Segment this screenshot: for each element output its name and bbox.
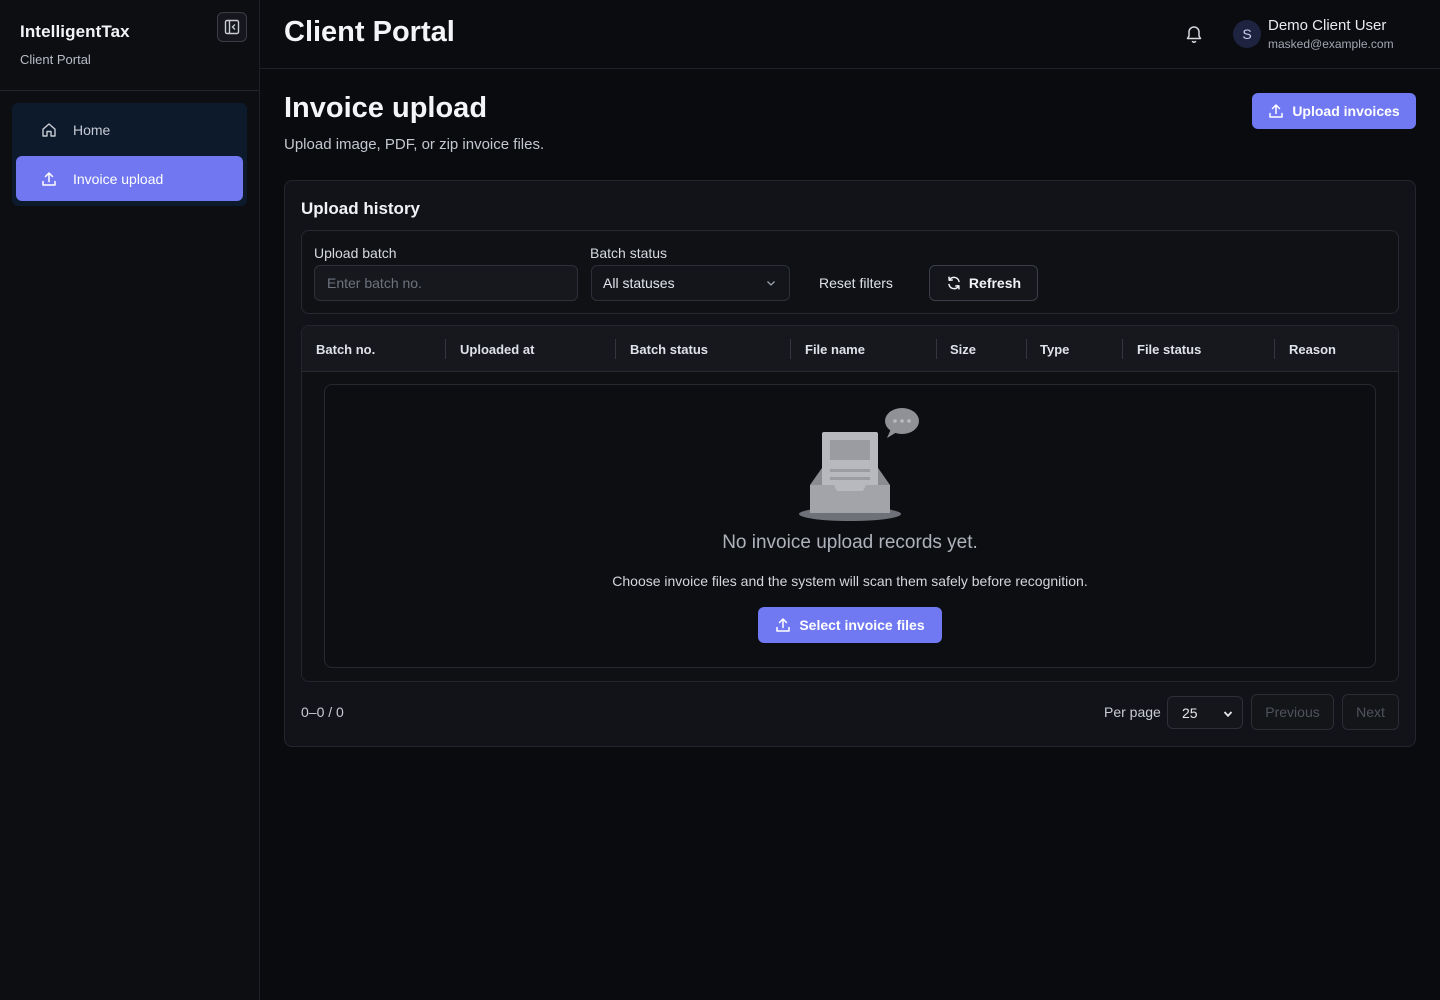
refresh-icon xyxy=(948,276,960,290)
top-header: Client Portal S Demo Client User masked@… xyxy=(260,0,1440,69)
empty-title: No invoice upload records yet. xyxy=(722,532,978,553)
batch-label: Upload batch xyxy=(314,245,397,261)
sidebar-item-label: Home xyxy=(73,121,111,138)
filter-bar: Upload batch Batch status All statuses R… xyxy=(301,230,1399,314)
brand-name: IntelligentTax xyxy=(20,22,130,41)
column-separator xyxy=(1122,339,1123,359)
user-info[interactable]: Demo Client User masked@example.com xyxy=(1268,17,1394,51)
column-batch-no[interactable]: Batch no. xyxy=(316,326,375,372)
column-uploaded-at[interactable]: Uploaded at xyxy=(460,326,534,372)
sidebar-item-invoice-upload[interactable]: Invoice upload xyxy=(16,156,243,201)
per-page-value: 25 xyxy=(1182,704,1198,721)
upload-invoices-label: Upload invoices xyxy=(1292,103,1400,119)
upload-icon xyxy=(1269,104,1284,118)
sidebar-item-label: Invoice upload xyxy=(73,170,164,187)
empty-inbox-icon xyxy=(799,408,919,521)
user-name: Demo Client User xyxy=(1268,17,1387,34)
avatar[interactable]: S xyxy=(1233,20,1261,48)
refresh-label: Refresh xyxy=(968,275,1022,291)
per-page-label: Per page xyxy=(1104,704,1161,720)
next-page-button[interactable]: Next xyxy=(1342,694,1399,730)
previous-page-button[interactable]: Previous xyxy=(1251,694,1334,730)
sidebar-collapse-icon xyxy=(224,19,240,35)
sidebar-nav: Home Invoice upload xyxy=(12,103,247,206)
empty-description: Choose invoice files and the system will… xyxy=(612,573,1088,589)
select-invoice-files-label: Select invoice files xyxy=(799,617,925,633)
chevron-down-icon xyxy=(767,281,775,286)
column-separator xyxy=(936,339,937,359)
column-separator xyxy=(445,339,446,359)
column-file-status[interactable]: File status xyxy=(1137,326,1201,372)
sidebar-item-home[interactable]: Home xyxy=(16,107,243,152)
column-batch-status[interactable]: Batch status xyxy=(630,326,708,372)
brand: IntelligentTax Client Portal xyxy=(20,22,130,67)
column-file-name[interactable]: File name xyxy=(805,326,865,372)
upload-history-card: Upload history Upload batch Batch status… xyxy=(284,180,1416,747)
empty-state: No invoice upload records yet. Choose in… xyxy=(324,384,1376,668)
home-icon xyxy=(40,121,58,139)
sidebar-divider xyxy=(0,90,259,91)
chevron-down-icon xyxy=(1223,711,1233,718)
notification-button[interactable] xyxy=(1184,24,1204,44)
column-separator xyxy=(1026,339,1027,359)
page-title: Invoice upload xyxy=(284,92,488,124)
column-separator xyxy=(1274,339,1275,359)
select-invoice-files-button[interactable]: Select invoice files xyxy=(758,607,942,643)
batch-input[interactable] xyxy=(314,265,578,301)
column-separator xyxy=(790,339,791,359)
column-size[interactable]: Size xyxy=(950,326,976,372)
upload-invoices-button[interactable]: Upload invoices xyxy=(1252,93,1416,129)
reset-filters-button[interactable]: Reset filters xyxy=(819,275,893,291)
upload-icon xyxy=(776,618,791,632)
per-page-select[interactable]: 25 xyxy=(1167,696,1243,729)
sidebar: IntelligentTax Client Portal Home Invoic… xyxy=(0,0,260,1000)
upload-icon xyxy=(40,170,58,188)
pagination-range: 0–0 / 0 xyxy=(301,704,344,720)
table-header: Batch no. Uploaded at Batch status File … xyxy=(302,326,1398,372)
user-email: masked@example.com xyxy=(1268,37,1394,51)
column-separator xyxy=(615,339,616,359)
sidebar-collapse-button[interactable] xyxy=(217,12,247,42)
status-select[interactable]: All statuses xyxy=(591,265,790,301)
upload-table: Batch no. Uploaded at Batch status File … xyxy=(301,325,1399,682)
header-title: Client Portal xyxy=(284,16,455,48)
page-subtitle: Upload image, PDF, or zip invoice files. xyxy=(284,136,545,153)
column-type[interactable]: Type xyxy=(1040,326,1069,372)
bell-icon xyxy=(1186,26,1202,43)
column-reason[interactable]: Reason xyxy=(1289,326,1336,372)
brand-subtitle: Client Portal xyxy=(20,52,91,67)
status-select-value: All statuses xyxy=(603,275,675,291)
status-label: Batch status xyxy=(590,245,668,261)
card-title: Upload history xyxy=(301,199,421,218)
refresh-button[interactable]: Refresh xyxy=(929,265,1038,301)
